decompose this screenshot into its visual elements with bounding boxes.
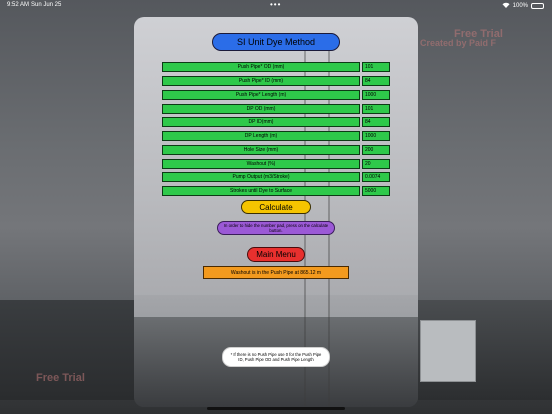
wifi-icon	[502, 2, 510, 10]
pump-output-input[interactable]	[362, 172, 390, 182]
number-pad-hint: In order to hide the number pad, press o…	[217, 221, 335, 235]
dp-length-input[interactable]	[362, 131, 390, 141]
field-label-hole-size: Hole Size (mm)	[162, 145, 360, 155]
field-label-washout: Washout (%)	[162, 159, 360, 169]
field-label-push-pipe-od: Push Pipe* OD (mm)	[162, 62, 360, 72]
battery-icon	[531, 3, 544, 9]
push-pipe-od-input[interactable]	[362, 62, 390, 72]
push-pipe-length-input[interactable]	[362, 90, 390, 100]
field-label-push-pipe-length: Push Pipe* Length (m)	[162, 90, 360, 100]
push-pipe-note: * If there is no Push Pipe use 0 for the…	[222, 347, 330, 367]
field-label-pump-output: Pump Output (m3/Stroke)	[162, 172, 360, 182]
watermark-bottom-left: Free Trial	[36, 372, 85, 384]
push-pipe-id-input[interactable]	[362, 76, 390, 86]
title-button[interactable]: SI Unit Dye Method	[212, 33, 340, 51]
field-label-strokes: Strokes until Dye to Surface	[162, 186, 360, 196]
dp-od-input[interactable]	[362, 104, 390, 114]
rig-equipment-left	[0, 300, 140, 400]
status-time: 9:52 AM	[7, 2, 30, 8]
washout-input[interactable]	[362, 159, 390, 169]
battery-percent: 100%	[512, 3, 528, 9]
field-label-dp-id: DP ID(mm)	[162, 117, 360, 127]
home-indicator[interactable]	[207, 407, 345, 410]
field-label-push-pipe-id: Push Pipe* ID (mm)	[162, 76, 360, 86]
hole-size-input[interactable]	[362, 145, 390, 155]
multitasking-dots-icon[interactable]: •••	[270, 0, 281, 9]
status-bar: 9:52 AM Sun Jun 25 ••• 100%	[0, 0, 552, 12]
status-date: Sun Jun 25	[31, 2, 62, 8]
strokes-input[interactable]	[362, 186, 390, 196]
status-right: 100%	[502, 2, 544, 10]
field-label-dp-length: DP Length (m)	[162, 131, 360, 141]
result-text: Washout is in the Push Pipe at 865.12 m	[203, 266, 349, 279]
field-label-dp-od: DP OD (mm)	[162, 104, 360, 114]
main-menu-button[interactable]: Main Menu	[247, 247, 305, 262]
watermark-top-right-sub: Created by Paid F	[420, 38, 497, 48]
tank	[420, 320, 476, 382]
calculator-sheet: SI Unit Dye Method Push Pipe* OD (mm) Pu…	[134, 17, 418, 407]
calculate-button[interactable]: Calculate	[241, 200, 311, 214]
dp-id-input[interactable]	[362, 117, 390, 127]
